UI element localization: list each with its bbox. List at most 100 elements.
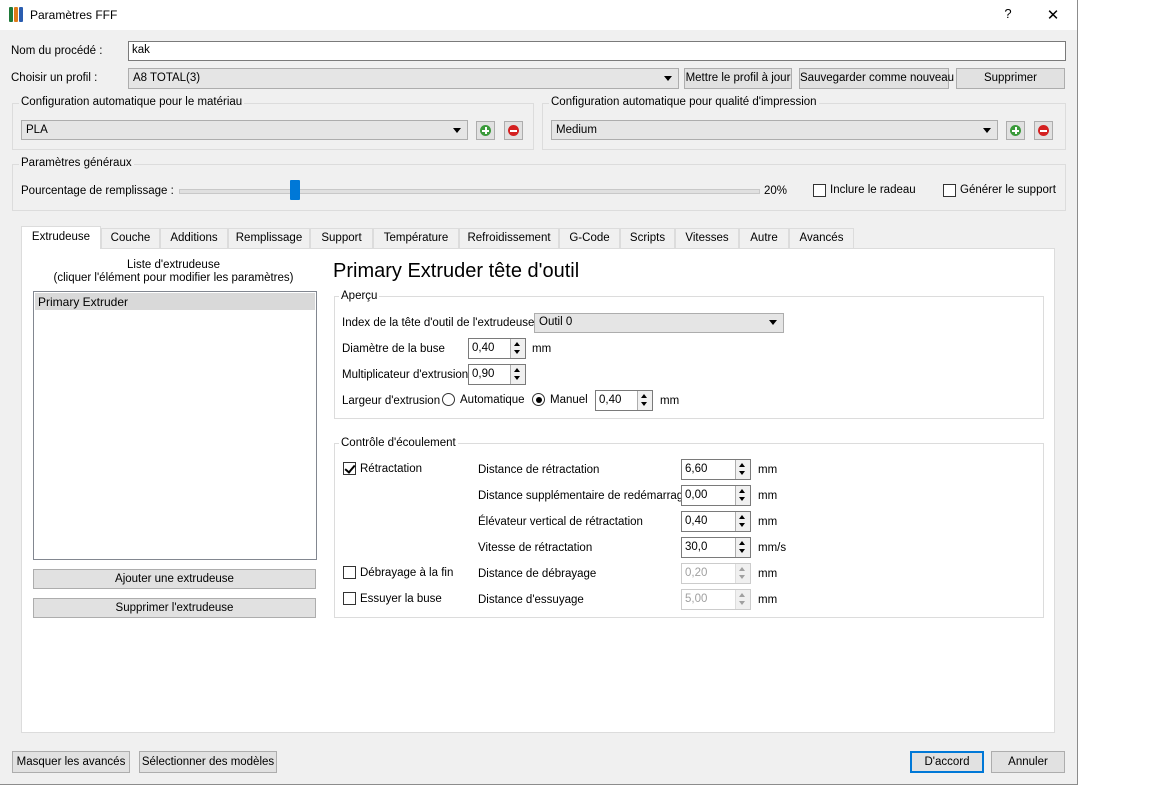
extra-restart-distance-unit: mm <box>758 490 778 502</box>
add-material-button[interactable] <box>476 121 495 140</box>
retraction-label: Rétractation <box>360 463 423 475</box>
stepper-arrows-icon[interactable] <box>510 339 525 358</box>
auto-width-radio[interactable] <box>442 393 455 406</box>
wipe-distance-value: 5,00 <box>685 593 708 605</box>
stepper-arrows-icon[interactable] <box>735 590 750 609</box>
extrusion-width-stepper[interactable]: 0,40 <box>595 390 653 411</box>
tab-gcode[interactable]: G-Code <box>559 228 620 248</box>
extrusion-multiplier-label: Multiplicateur d'extrusion <box>342 369 469 381</box>
stepper-arrows-icon[interactable] <box>637 391 652 410</box>
material-select[interactable]: PLA <box>21 120 468 140</box>
tab-vitesses[interactable]: Vitesses <box>675 228 739 248</box>
chevron-down-icon <box>664 76 672 81</box>
profile-select-value: A8 TOTAL(3) <box>133 72 201 84</box>
stepper-arrows-icon[interactable] <box>510 365 525 384</box>
retraction-distance-value: 6,60 <box>685 463 708 475</box>
nozzle-diameter-stepper[interactable]: 0,40 <box>468 338 526 359</box>
remove-material-button[interactable] <box>504 121 523 140</box>
update-profile-button[interactable]: Mettre le profil à jour <box>684 68 792 89</box>
tab-temperature[interactable]: Température <box>373 228 459 248</box>
ok-button[interactable]: D'accord <box>910 751 984 773</box>
wipe-distance-stepper[interactable]: 5,00 <box>681 589 751 610</box>
delete-profile-button[interactable]: Supprimer <box>956 68 1065 89</box>
tab-couche[interactable]: Couche <box>101 228 160 248</box>
stepper-arrows-icon[interactable] <box>735 512 750 531</box>
plus-icon <box>1010 125 1021 136</box>
close-button[interactable]: ✕ <box>1043 6 1063 24</box>
stepper-arrows-icon[interactable] <box>735 460 750 479</box>
title-bar: Paramètres FFF ? ✕ <box>0 0 1077 30</box>
add-extruder-button[interactable]: Ajouter une extrudeuse <box>33 569 316 589</box>
stepper-arrows-icon[interactable] <box>735 564 750 583</box>
toolhead-index-value: Outil 0 <box>539 316 573 328</box>
coast-distance-unit: mm <box>758 568 778 580</box>
manual-width-label: Manuel <box>550 394 588 406</box>
tab-scripts[interactable]: Scripts <box>620 228 675 248</box>
list-item[interactable]: Primary Extruder <box>35 293 315 310</box>
retraction-checkbox[interactable] <box>343 462 356 475</box>
extra-restart-distance-stepper[interactable]: 0,00 <box>681 485 751 506</box>
coast-distance-stepper[interactable]: 0,20 <box>681 563 751 584</box>
nozzle-diameter-value: 0,40 <box>472 342 495 354</box>
support-checkbox[interactable] <box>943 184 956 197</box>
nozzle-diameter-label: Diamètre de la buse <box>342 343 445 355</box>
infill-slider-handle[interactable] <box>290 180 300 200</box>
coast-distance-label: Distance de débrayage <box>478 568 597 580</box>
infill-percentage-value: 20% <box>764 185 788 197</box>
tab-remplissage[interactable]: Remplissage <box>228 228 310 248</box>
extruder-list[interactable]: Primary Extruder <box>33 291 317 560</box>
process-name-label: Nom du procédé : <box>11 45 103 57</box>
hide-advanced-button[interactable]: Masquer les avancés <box>12 751 130 773</box>
extrusion-multiplier-value: 0,90 <box>472 368 495 380</box>
save-as-new-button[interactable]: Sauvegarder comme nouveau <box>799 68 954 89</box>
wipe-distance-label: Distance d'essuyage <box>478 594 584 606</box>
help-button[interactable]: ? <box>998 6 1018 21</box>
select-models-button[interactable]: Sélectionner des modèles <box>139 751 277 773</box>
retraction-speed-stepper[interactable]: 30,0 <box>681 537 751 558</box>
extra-restart-distance-label: Distance supplémentaire de redémarrage <box>478 490 690 502</box>
general-settings-title: Paramètres généraux <box>19 157 134 169</box>
process-name-input[interactable]: kak <box>128 41 1066 61</box>
wipe-checkbox[interactable] <box>343 592 356 605</box>
extrusion-width-value: 0,40 <box>599 394 622 406</box>
add-quality-button[interactable] <box>1006 121 1025 140</box>
stepper-arrows-icon[interactable] <box>735 538 750 557</box>
coast-checkbox[interactable] <box>343 566 356 579</box>
tab-extrudeuse[interactable]: Extrudeuse <box>21 226 101 249</box>
app-icon <box>9 7 23 22</box>
overview-title: Aperçu <box>339 290 380 302</box>
minus-icon <box>1038 125 1049 136</box>
infill-slider-track[interactable] <box>179 189 760 194</box>
tab-additions[interactable]: Additions <box>160 228 228 248</box>
stepper-arrows-icon[interactable] <box>735 486 750 505</box>
tab-avances[interactable]: Avancés <box>789 228 854 248</box>
extrusion-multiplier-stepper[interactable]: 0,90 <box>468 364 526 385</box>
chevron-down-icon <box>453 128 461 133</box>
extrusion-width-unit: mm <box>660 395 680 407</box>
remove-quality-button[interactable] <box>1034 121 1053 140</box>
fff-settings-dialog: Paramètres FFF ? ✕ Nom du procédé : kak … <box>0 0 1078 785</box>
profile-select[interactable]: A8 TOTAL(3) <box>128 68 679 89</box>
quality-select[interactable]: Medium <box>551 120 998 140</box>
minus-icon <box>508 125 519 136</box>
retraction-speed-unit: mm/s <box>758 542 787 554</box>
plus-icon <box>480 125 491 136</box>
window-title: Paramètres FFF <box>30 8 118 22</box>
material-group-title: Configuration automatique pour le matéri… <box>19 96 245 108</box>
raft-checkbox[interactable] <box>813 184 826 197</box>
extruder-list-hint: (cliquer l'élément pour modifier les par… <box>53 272 294 284</box>
tab-refroidissement[interactable]: Refroidissement <box>459 228 559 248</box>
extra-restart-distance-value: 0,00 <box>685 489 708 501</box>
retraction-distance-stepper[interactable]: 6,60 <box>681 459 751 480</box>
flow-control-title: Contrôle d'écoulement <box>339 437 458 449</box>
tab-support[interactable]: Support <box>310 228 373 248</box>
tab-autre[interactable]: Autre <box>739 228 789 248</box>
retraction-lift-stepper[interactable]: 0,40 <box>681 511 751 532</box>
toolhead-index-select[interactable]: Outil 0 <box>534 313 784 333</box>
retraction-lift-label: Élévateur vertical de rétractation <box>478 516 643 528</box>
retraction-lift-unit: mm <box>758 516 778 528</box>
remove-extruder-button[interactable]: Supprimer l'extrudeuse <box>33 598 316 618</box>
extruder-heading: Primary Extruder tête d'outil <box>333 260 580 282</box>
manual-width-radio[interactable] <box>532 393 545 406</box>
cancel-button[interactable]: Annuler <box>991 751 1065 773</box>
